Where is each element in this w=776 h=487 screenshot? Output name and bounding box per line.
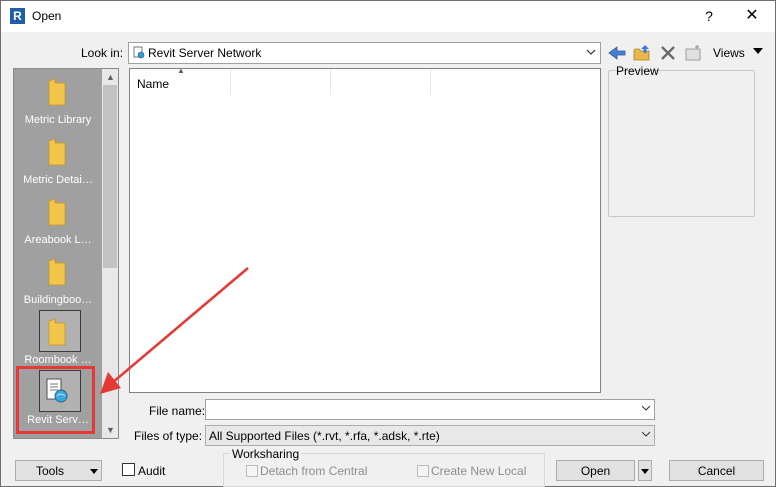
annotation-highlight-box: [16, 366, 95, 434]
dialog-title: Open: [32, 9, 62, 23]
folder-icon: [48, 198, 66, 226]
cancel-label: Cancel: [697, 464, 736, 478]
column-header-label: Name: [137, 77, 170, 91]
sidebar-item-metric-library[interactable]: Metric Library: [14, 69, 102, 129]
up-folder-icon[interactable]: [632, 43, 652, 63]
scroll-down-icon[interactable]: ▼: [106, 425, 115, 435]
preview-label: Preview: [616, 64, 659, 78]
sidebar-item-label: Roombook …: [24, 354, 92, 366]
file-type-dropdown[interactable]: All Supported Files (*.rvt, *.rfa, *.ads…: [205, 425, 655, 446]
cancel-button[interactable]: Cancel: [669, 460, 764, 481]
audit-checkbox[interactable]: [122, 463, 135, 476]
open-dialog: R Open ? ✕ Look in: Revit Server Network…: [0, 0, 776, 487]
delete-icon[interactable]: [658, 43, 678, 63]
file-name-label: File name:: [149, 404, 206, 418]
chevron-down-icon[interactable]: [584, 45, 598, 60]
scrollbar-thumb[interactable]: [103, 85, 117, 268]
detach-from-central-checkbox[interactable]: [246, 465, 258, 477]
column-header-name[interactable]: ▲ Name: [130, 66, 231, 95]
sidebar-item-metric-detail[interactable]: Metric Detai…: [14, 129, 102, 189]
views-label: Views: [713, 46, 745, 60]
sidebar-item-buildingbook[interactable]: Buildingboo…: [14, 249, 102, 309]
sidebar-item-roombook[interactable]: Roombook …: [14, 309, 102, 369]
look-in-dropdown[interactable]: Revit Server Network: [128, 42, 601, 64]
open-button[interactable]: Open: [556, 460, 635, 481]
detach-from-central-label: Detach from Central: [260, 464, 368, 478]
worksharing-legend: Worksharing: [230, 447, 302, 461]
sidebar-item-label: Buildingboo…: [23, 294, 93, 306]
sort-ascending-icon: ▲: [177, 66, 185, 75]
sidebar-item-areabook[interactable]: Areabook L…: [14, 189, 102, 249]
create-new-local-checkbox[interactable]: [417, 465, 429, 477]
title-bar: R Open ? ✕: [1, 1, 775, 32]
dropdown-arrow-icon: [90, 469, 98, 474]
sidebar-item-label: Metric Detai…: [23, 174, 93, 186]
views-button[interactable]: Views: [713, 46, 745, 60]
new-folder-icon[interactable]: [684, 43, 704, 63]
scroll-up-icon[interactable]: ▲: [106, 72, 115, 82]
close-button[interactable]: ✕: [741, 6, 763, 26]
folder-icon: [48, 78, 66, 106]
file-list[interactable]: ▲ Name: [129, 66, 601, 393]
audit-label: Audit: [138, 464, 166, 478]
open-label: Open: [580, 464, 611, 478]
file-type-label: Files of type:: [134, 429, 203, 443]
tools-button[interactable]: Tools: [15, 460, 102, 481]
file-type-value: All Supported Files (*.rvt, *.rfa, *.ads…: [209, 429, 440, 443]
open-options-button[interactable]: [638, 460, 652, 481]
folder-icon: [48, 318, 66, 346]
chevron-down-icon[interactable]: [642, 430, 650, 438]
chevron-down-icon[interactable]: [642, 404, 650, 412]
back-icon[interactable]: [607, 43, 627, 63]
column-header[interactable]: [231, 69, 331, 95]
revit-app-icon: R: [10, 8, 25, 24]
sidebar-item-label: Areabook L…: [24, 234, 92, 246]
revit-server-icon: [133, 46, 145, 59]
column-header[interactable]: [331, 69, 431, 95]
sidebar-scrollbar[interactable]: ▲ ▼: [102, 69, 118, 438]
create-new-local-label: Create New Local: [431, 464, 527, 478]
file-name-input[interactable]: [205, 399, 655, 420]
help-button[interactable]: ?: [699, 6, 719, 26]
sidebar-item-label: Metric Library: [24, 114, 92, 126]
folder-icon: [48, 138, 66, 166]
look-in-label: Look in:: [81, 46, 124, 60]
views-dropdown-arrow[interactable]: [753, 48, 763, 54]
folder-icon: [48, 258, 66, 286]
look-in-value: Revit Server Network: [148, 46, 262, 60]
dropdown-arrow-icon: [641, 469, 649, 474]
tools-label: Tools: [36, 464, 65, 478]
preview-pane: [608, 70, 755, 217]
